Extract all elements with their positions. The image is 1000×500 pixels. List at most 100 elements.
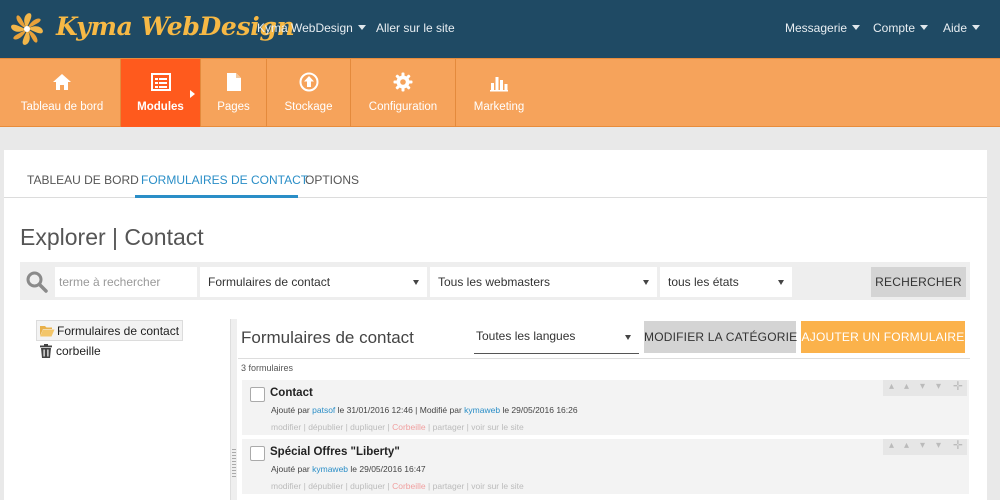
unpublish-link[interactable]: dépublier (308, 422, 343, 432)
modify-link[interactable]: modifier (271, 422, 301, 432)
tree-item-contact-forms[interactable]: Formulaires de contact (36, 320, 183, 341)
webmaster-select-value: Tous les webmasters (438, 275, 551, 289)
site-menu-label: Kyma WebDesign (257, 21, 353, 35)
select-checkbox[interactable] (250, 446, 265, 461)
caret-down-icon (920, 25, 929, 30)
separator: | (466, 481, 469, 491)
site-menu-dropdown[interactable]: Kyma WebDesign (257, 21, 366, 35)
arrow-up-icon[interactable]: ▴ (904, 440, 909, 451)
webmaster-select[interactable]: Tous les webmasters (430, 267, 657, 297)
separator: | (345, 481, 348, 491)
form-title[interactable]: Spécial Offres "Liberty" (270, 446, 400, 458)
share-link[interactable]: partager (433, 481, 465, 491)
menu-item-label: Modules (137, 101, 184, 113)
language-select[interactable]: Toutes les langues (474, 322, 639, 354)
divider (238, 358, 970, 359)
language-select-value: Toutes les langues (476, 329, 576, 343)
arrow-down-icon[interactable]: ▾ (936, 440, 941, 451)
page-title: Explorer | Contact (20, 224, 204, 250)
list-title: Formulaires de contact (241, 328, 414, 347)
help-dropdown[interactable]: Aide (943, 21, 981, 35)
arrow-up-icon[interactable]: ▴ (889, 381, 894, 392)
arrow-down-icon[interactable]: ▾ (920, 381, 925, 392)
unpublish-link[interactable]: dépublier (308, 481, 343, 491)
view-on-site-link[interactable]: voir sur le site (471, 422, 523, 432)
tab-options[interactable]: OPTIONS (305, 173, 359, 187)
page-icon (226, 73, 241, 91)
folder-open-icon (40, 326, 55, 337)
author-link[interactable]: patsof (312, 405, 335, 415)
separator: | (466, 422, 469, 432)
separator: | (428, 481, 431, 491)
home-icon (53, 74, 71, 90)
bar-chart-icon (490, 77, 508, 92)
duplicate-link[interactable]: dupliquer (350, 422, 385, 432)
menu-item-modules[interactable]: Modules (121, 59, 201, 127)
separator: | (387, 481, 390, 491)
tree-item-label: Formulaires de contact (57, 324, 180, 338)
state-select[interactable]: tous les états (660, 267, 792, 297)
menu-item-label: Configuration (368, 101, 438, 113)
menu-item-label: Tableau de bord (20, 101, 104, 113)
logo-icon[interactable] (4, 6, 50, 52)
arrow-down-icon[interactable]: ▾ (920, 440, 925, 451)
caret-down-icon (357, 25, 366, 30)
list-item: Spécial Offres "Liberty" Ajouté par kyma… (242, 438, 969, 494)
caret-down-icon (972, 25, 981, 30)
messaging-label: Messagerie (785, 21, 848, 35)
select-checkbox[interactable] (250, 387, 265, 402)
dropdown-arrow-icon (643, 280, 649, 285)
tree-item-trash[interactable]: corbeille (36, 341, 236, 362)
trash-link[interactable]: Corbeille (392, 481, 426, 491)
search-button[interactable]: RECHERCHER (871, 267, 966, 297)
category-select[interactable]: Formulaires de contact (200, 267, 427, 297)
menu-item-configuration[interactable]: Configuration (351, 59, 456, 127)
arrow-up-icon[interactable]: ▴ (904, 381, 909, 392)
trash-link[interactable]: Corbeille (392, 422, 426, 432)
form-meta: Ajouté par patsof le 31/01/2016 12:46 | … (271, 405, 578, 415)
top-bar: Kyma WebDesign Kyma WebDesign Aller sur … (0, 0, 1000, 58)
menu-item-pages[interactable]: Pages (201, 59, 267, 127)
messaging-dropdown[interactable]: Messagerie (785, 21, 861, 35)
main-menu: Tableau de bord Modules Pages Stockage C… (0, 58, 1000, 127)
duplicate-link[interactable]: dupliquer (350, 481, 385, 491)
account-dropdown[interactable]: Compte (873, 21, 929, 35)
dropdown-arrow-icon (625, 335, 631, 340)
modifier-link[interactable]: kymaweb (464, 405, 500, 415)
separator: | (303, 481, 306, 491)
added-prefix: Ajouté par (271, 405, 310, 415)
upload-icon (299, 72, 318, 92)
author-link[interactable]: kymaweb (312, 464, 348, 474)
row-controls: ▴ ▴ ▾ ▾ ✛ (883, 379, 967, 396)
arrow-down-icon[interactable]: ▾ (936, 381, 941, 392)
add-form-button[interactable]: AJOUTER UN FORMULAIRE (801, 321, 965, 353)
splitter-handle[interactable] (230, 319, 237, 500)
arrow-up-icon[interactable]: ▴ (889, 440, 894, 451)
tab-contact-forms[interactable]: FORMULAIRES DE CONTACT (141, 173, 308, 187)
search-icon[interactable] (25, 270, 49, 294)
form-title[interactable]: Contact (270, 387, 313, 399)
modify-category-button[interactable]: MODIFIER LA CATÉGORIE (644, 321, 797, 353)
move-icon[interactable]: ✛ (953, 379, 963, 393)
category-select-value: Formulaires de contact (208, 275, 331, 289)
added-date: le 29/05/2016 16:47 (350, 464, 426, 474)
visit-site-link[interactable]: Aller sur le site (376, 21, 455, 35)
menu-item-dashboard[interactable]: Tableau de bord (4, 59, 121, 127)
list-icon (150, 73, 171, 91)
menu-item-marketing[interactable]: Marketing (456, 59, 542, 127)
search-input[interactable] (55, 267, 197, 297)
move-icon[interactable]: ✛ (953, 438, 963, 452)
modify-link[interactable]: modifier (271, 481, 301, 491)
gear-icon (393, 72, 413, 92)
menu-item-storage[interactable]: Stockage (267, 59, 351, 127)
menu-item-label: Marketing (473, 101, 525, 113)
view-on-site-link[interactable]: voir sur le site (471, 481, 523, 491)
separator: | (345, 422, 348, 432)
separator: | (387, 422, 390, 432)
tree-item-label: corbeille (56, 344, 101, 358)
form-list: Formulaires de contact Toutes les langue… (238, 318, 970, 500)
share-link[interactable]: partager (433, 422, 465, 432)
list-header: Formulaires de contact Toutes les langue… (238, 318, 970, 358)
tab-dashboard[interactable]: TABLEAU DE BORD (27, 173, 139, 187)
dropdown-arrow-icon (413, 280, 419, 285)
